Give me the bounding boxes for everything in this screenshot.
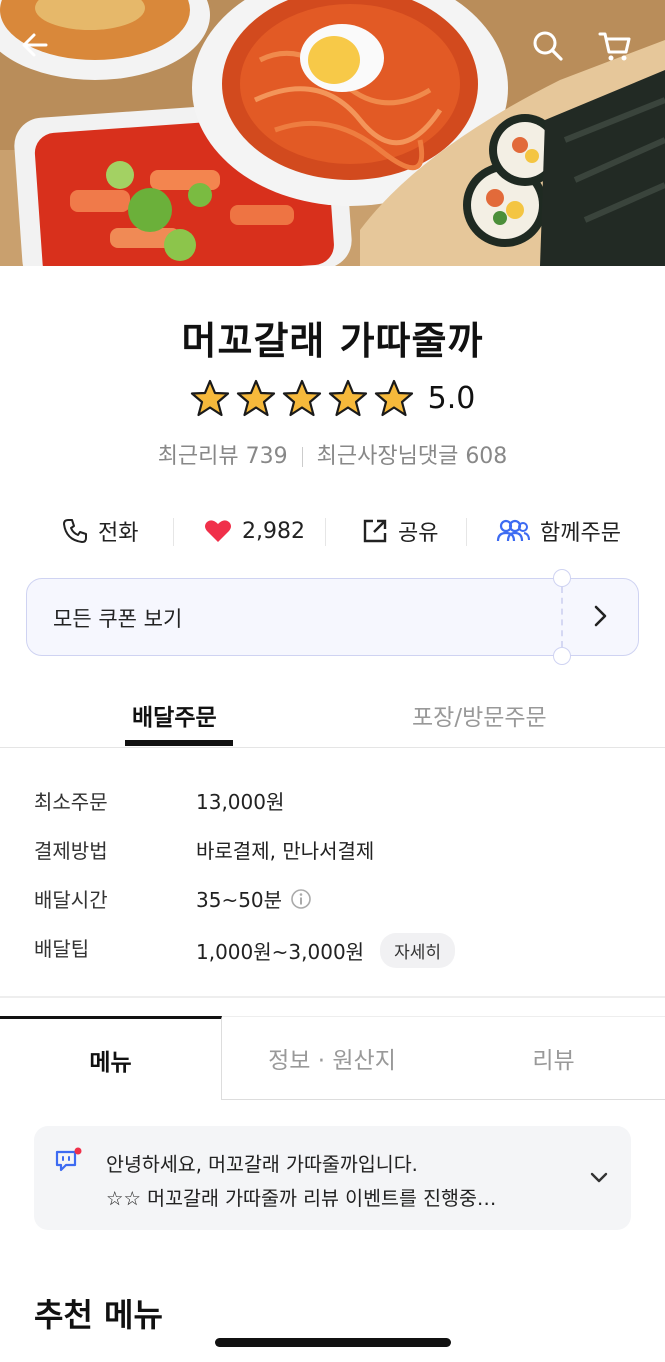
store-notice[interactable]: 안녕하세요, 머꼬갈래 가따줄까입니다. ☆☆ 머꼬갈래 가따줄까 리뷰 이벤트… bbox=[34, 1126, 631, 1230]
delivery-tip-value: 1,000원~3,000원 bbox=[196, 940, 365, 964]
notice-text-line-1: 안녕하세요, 머꼬갈래 가따줄까입니다. bbox=[106, 1153, 418, 1176]
call-label: 전화 bbox=[98, 521, 139, 546]
cart-button[interactable] bbox=[598, 30, 642, 74]
like-button[interactable]: 2,982 bbox=[204, 506, 305, 556]
divider bbox=[466, 518, 467, 546]
content-tabs: 메뉴 정보 · 원산지 리뷰 bbox=[0, 1016, 665, 1100]
info-label: 배달팁 bbox=[34, 937, 90, 961]
store-actions: 전화 2,982 공유 함께주문 bbox=[0, 506, 665, 556]
group-order-button[interactable]: 함께주문 bbox=[496, 506, 621, 556]
info-value: 바로결제, 만나서결제 bbox=[196, 835, 374, 864]
coupon-banner[interactable]: 모든 쿠폰 보기 bbox=[26, 569, 639, 665]
info-value: 13,000원 bbox=[196, 786, 284, 815]
review-summary: 최근리뷰 739 최근사장님댓글 608 bbox=[0, 438, 665, 470]
coupon-notch bbox=[553, 647, 571, 665]
star-icon bbox=[190, 379, 229, 417]
recent-reviews-link[interactable]: 최근리뷰 739 bbox=[158, 444, 288, 469]
tab-delivery-order[interactable]: 배달주문 bbox=[132, 698, 217, 732]
min-order-value: 13,000원 bbox=[196, 790, 285, 814]
rating-row: 5.0 bbox=[0, 378, 665, 418]
tab-review[interactable]: 리뷰 bbox=[442, 1016, 665, 1100]
delivery-info: 최소주문 13,000원 결제방법 바로결제, 만나서결제 배달시간 35~50… bbox=[34, 786, 634, 982]
coupon-label: 모든 쿠폰 보기 bbox=[53, 607, 183, 631]
info-row-min-order: 최소주문 13,000원 bbox=[34, 786, 634, 835]
notice-chat-icon bbox=[55, 1147, 82, 1172]
like-count: 2,982 bbox=[242, 518, 305, 544]
chevron-right-icon bbox=[594, 605, 607, 627]
tab-info-origin[interactable]: 정보 · 원산지 bbox=[222, 1016, 442, 1100]
active-tab-indicator bbox=[125, 740, 233, 746]
arrow-left-icon bbox=[22, 33, 48, 57]
share-icon bbox=[363, 519, 387, 543]
divider bbox=[325, 518, 326, 546]
group-order-label: 함께주문 bbox=[540, 521, 621, 546]
coupon-notch bbox=[553, 569, 571, 587]
store-name: 머꼬갈래 가따줄까 bbox=[181, 319, 484, 363]
search-button[interactable] bbox=[532, 30, 576, 74]
share-button[interactable]: 공유 bbox=[362, 506, 438, 556]
cart-icon bbox=[598, 32, 631, 61]
divider bbox=[173, 518, 174, 546]
payment-methods-value: 바로결제, 만나서결제 bbox=[196, 839, 375, 863]
info-row-delivery-tip: 배달팁 1,000원~3,000원 자세히 bbox=[34, 933, 634, 982]
back-button[interactable] bbox=[20, 30, 64, 74]
delivery-time-value: 35~50분 bbox=[196, 888, 283, 912]
chevron-down-icon[interactable] bbox=[586, 1164, 612, 1190]
home-indicator[interactable] bbox=[215, 1338, 451, 1347]
owner-replies-link[interactable]: 최근사장님댓글 608 bbox=[317, 444, 508, 469]
info-label: 최소주문 bbox=[34, 790, 108, 814]
info-icon[interactable] bbox=[290, 888, 312, 910]
notice-text-line-2: ☆☆ 머꼬갈래 가따줄까 리뷰 이벤트를 진행중… bbox=[106, 1187, 497, 1210]
star-icon bbox=[374, 379, 413, 417]
rating-value: 5.0 bbox=[427, 380, 476, 416]
separator bbox=[301, 447, 303, 467]
order-type-tabs: 배달주문 포장/방문주문 bbox=[0, 690, 665, 748]
store-hero-image bbox=[0, 0, 665, 266]
info-label: 결제방법 bbox=[34, 839, 108, 863]
search-icon bbox=[533, 31, 563, 61]
detail-button[interactable]: 자세히 bbox=[380, 933, 455, 968]
share-label: 공유 bbox=[398, 521, 439, 546]
tab-menu[interactable]: 메뉴 bbox=[0, 1016, 222, 1100]
info-row-payment: 결제방법 바로결제, 만나서결제 bbox=[34, 835, 634, 884]
group-icon bbox=[496, 519, 530, 542]
call-button[interactable]: 전화 bbox=[62, 506, 138, 556]
recommended-menu-heading: 추천 메뉴 bbox=[34, 1296, 163, 1334]
tab-pickup-order[interactable]: 포장/방문주문 bbox=[412, 698, 547, 732]
coupon-perforation bbox=[561, 587, 563, 647]
star-icon bbox=[328, 379, 367, 417]
section-divider bbox=[0, 996, 665, 1016]
info-label: 배달시간 bbox=[34, 888, 108, 912]
info-value: 35~50분 bbox=[196, 884, 312, 913]
heart-icon bbox=[205, 520, 231, 542]
info-value: 1,000원~3,000원 자세히 bbox=[196, 933, 455, 968]
star-icon bbox=[236, 379, 275, 417]
phone-icon bbox=[63, 519, 87, 543]
info-row-delivery-time: 배달시간 35~50분 bbox=[34, 884, 634, 933]
star-icon bbox=[282, 379, 321, 417]
